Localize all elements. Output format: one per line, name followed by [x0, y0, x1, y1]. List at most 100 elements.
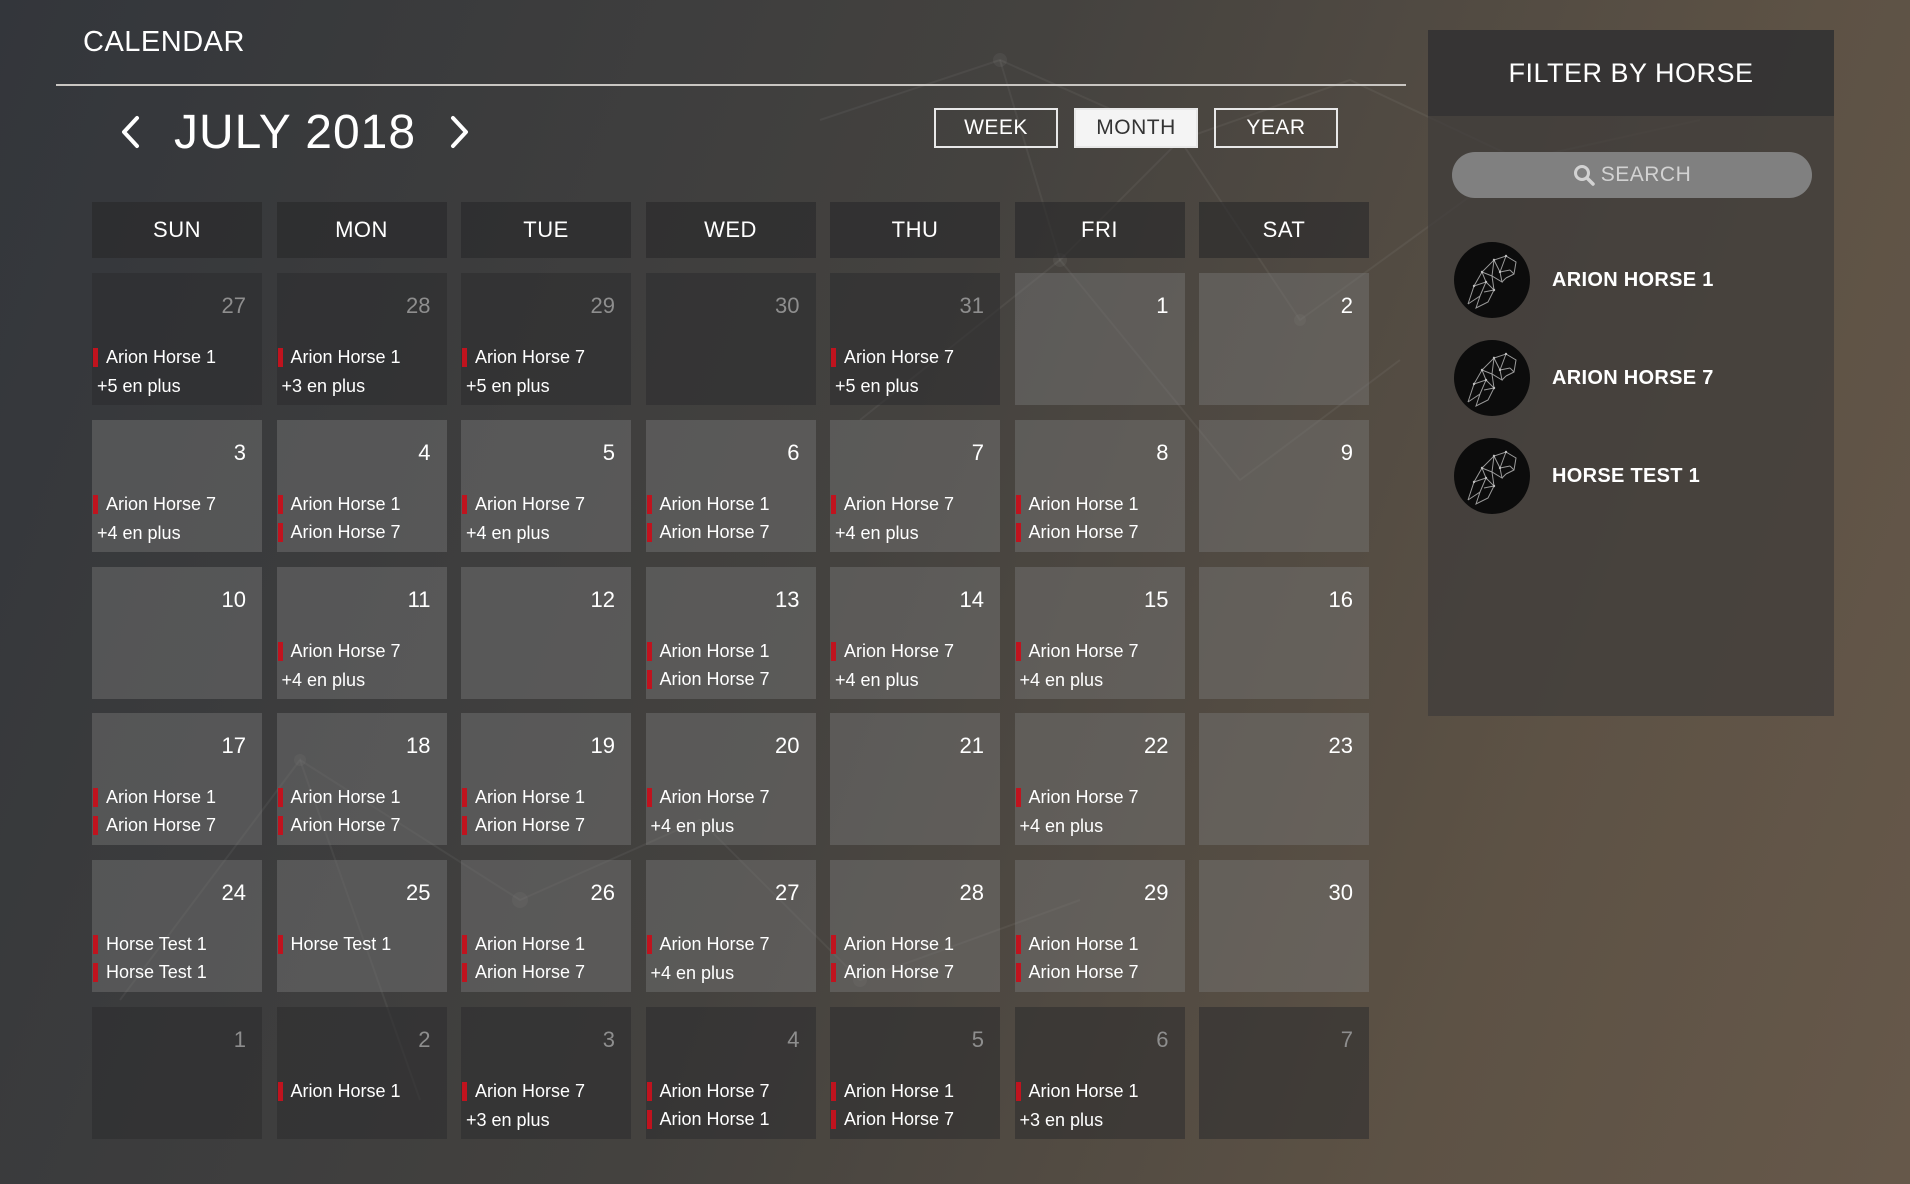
- more-events-link[interactable]: +3 en plus: [461, 1105, 627, 1135]
- event-item[interactable]: Arion Horse 1: [92, 343, 258, 371]
- day-cell[interactable]: 20 Arion Horse 7 +4 en plus: [645, 713, 816, 846]
- day-cell[interactable]: 27 Arion Horse 1 +5 en plus: [92, 273, 262, 405]
- more-events-link[interactable]: +4 en plus: [1015, 665, 1181, 695]
- day-cell[interactable]: 22 Arion Horse 7 +4 en plus: [1014, 713, 1185, 846]
- event-item[interactable]: Arion Horse 7: [461, 958, 627, 986]
- day-cell[interactable]: 1: [92, 1006, 262, 1139]
- day-cell[interactable]: 5 Arion Horse 7 +4 en plus: [461, 419, 631, 552]
- event-item[interactable]: Arion Horse 7: [646, 1077, 812, 1105]
- event-item[interactable]: Arion Horse 1: [646, 1105, 812, 1133]
- day-cell[interactable]: 29 Arion Horse 1 Arion Horse 7: [1014, 860, 1185, 993]
- event-item[interactable]: Arion Horse 7: [461, 490, 627, 518]
- day-cell[interactable]: 14 Arion Horse 7 +4 en plus: [830, 566, 1000, 699]
- more-events-link[interactable]: +4 en plus: [830, 518, 996, 548]
- day-cell[interactable]: 7: [1199, 1006, 1369, 1139]
- day-cell[interactable]: 7 Arion Horse 7 +4 en plus: [830, 419, 1000, 552]
- more-events-link[interactable]: +4 en plus: [646, 958, 812, 988]
- event-item[interactable]: Arion Horse 1: [646, 490, 812, 518]
- event-item[interactable]: Arion Horse 7: [830, 958, 996, 986]
- day-cell[interactable]: 6 Arion Horse 1 +3 en plus: [1014, 1006, 1185, 1139]
- more-events-link[interactable]: +4 en plus: [646, 811, 812, 841]
- event-item[interactable]: Arion Horse 1: [1015, 490, 1181, 518]
- day-cell[interactable]: 30: [645, 273, 816, 405]
- day-cell[interactable]: 4 Arion Horse 7 Arion Horse 1: [645, 1006, 816, 1139]
- event-item[interactable]: Arion Horse 1: [461, 783, 627, 811]
- day-cell[interactable]: 17 Arion Horse 1 Arion Horse 7: [92, 713, 262, 846]
- event-item[interactable]: Arion Horse 7: [92, 811, 258, 839]
- event-item[interactable]: Arion Horse 1: [277, 490, 443, 518]
- event-item[interactable]: Arion Horse 1: [646, 637, 812, 665]
- event-item[interactable]: Arion Horse 7: [646, 665, 812, 693]
- day-cell[interactable]: 10: [92, 566, 262, 699]
- event-item[interactable]: Arion Horse 1: [277, 783, 443, 811]
- event-item[interactable]: Horse Test 1: [277, 930, 443, 958]
- horse-search-input[interactable]: SEARCH: [1452, 152, 1812, 198]
- event-item[interactable]: Arion Horse 7: [1015, 637, 1181, 665]
- day-cell[interactable]: 2: [1199, 273, 1369, 405]
- event-item[interactable]: Arion Horse 7: [830, 637, 996, 665]
- day-cell[interactable]: 21: [830, 713, 1000, 846]
- more-events-link[interactable]: +5 en plus: [830, 371, 996, 401]
- day-cell[interactable]: 11 Arion Horse 7 +4 en plus: [276, 566, 447, 699]
- event-item[interactable]: Arion Horse 7: [646, 783, 812, 811]
- event-item[interactable]: Arion Horse 1: [277, 1077, 443, 1105]
- day-cell[interactable]: 3 Arion Horse 7 +3 en plus: [461, 1006, 631, 1139]
- event-item[interactable]: Arion Horse 1: [830, 930, 996, 958]
- day-cell[interactable]: 12: [461, 566, 631, 699]
- day-cell[interactable]: 5 Arion Horse 1 Arion Horse 7: [830, 1006, 1000, 1139]
- event-item[interactable]: Arion Horse 7: [461, 343, 627, 371]
- horse-filter-item[interactable]: ARION HORSE 1: [1454, 242, 1714, 318]
- prev-month-button[interactable]: [110, 104, 152, 160]
- event-item[interactable]: Arion Horse 7: [646, 518, 812, 546]
- event-item[interactable]: Arion Horse 1: [92, 783, 258, 811]
- day-cell[interactable]: 30: [1199, 860, 1369, 993]
- day-cell[interactable]: 9: [1199, 419, 1369, 552]
- day-cell[interactable]: 8 Arion Horse 1 Arion Horse 7: [1014, 419, 1185, 552]
- event-item[interactable]: Arion Horse 7: [461, 811, 627, 839]
- event-item[interactable]: Arion Horse 1: [830, 1077, 996, 1105]
- day-cell[interactable]: 26 Arion Horse 1 Arion Horse 7: [461, 860, 631, 993]
- day-cell[interactable]: 29 Arion Horse 7 +5 en plus: [461, 273, 631, 405]
- day-cell[interactable]: 27 Arion Horse 7 +4 en plus: [645, 860, 816, 993]
- horse-filter-item[interactable]: HORSE TEST 1: [1454, 438, 1714, 514]
- day-cell[interactable]: 23: [1199, 713, 1369, 846]
- day-cell[interactable]: 4 Arion Horse 1 Arion Horse 7: [276, 419, 447, 552]
- event-item[interactable]: Arion Horse 1: [1015, 930, 1181, 958]
- day-cell[interactable]: 19 Arion Horse 1 Arion Horse 7: [461, 713, 631, 846]
- day-cell[interactable]: 1: [1014, 273, 1185, 405]
- day-cell[interactable]: 13 Arion Horse 1 Arion Horse 7: [645, 566, 816, 699]
- event-item[interactable]: Arion Horse 7: [830, 343, 996, 371]
- more-events-link[interactable]: +3 en plus: [1015, 1105, 1181, 1135]
- event-item[interactable]: Arion Horse 7: [92, 490, 258, 518]
- more-events-link[interactable]: +3 en plus: [277, 371, 443, 401]
- next-month-button[interactable]: [438, 104, 480, 160]
- more-events-link[interactable]: +5 en plus: [461, 371, 627, 401]
- event-item[interactable]: Arion Horse 7: [830, 490, 996, 518]
- event-item[interactable]: Arion Horse 7: [830, 1105, 996, 1133]
- day-cell[interactable]: 3 Arion Horse 7 +4 en plus: [92, 419, 262, 552]
- day-cell[interactable]: 18 Arion Horse 1 Arion Horse 7: [276, 713, 447, 846]
- event-item[interactable]: Arion Horse 1: [1015, 1077, 1181, 1105]
- event-item[interactable]: Horse Test 1: [92, 930, 258, 958]
- day-cell[interactable]: 25 Horse Test 1: [276, 860, 447, 993]
- event-item[interactable]: Arion Horse 7: [1015, 958, 1181, 986]
- event-item[interactable]: Arion Horse 7: [277, 811, 443, 839]
- event-item[interactable]: Arion Horse 7: [461, 1077, 627, 1105]
- day-cell[interactable]: 24 Horse Test 1 Horse Test 1: [92, 860, 262, 993]
- horse-filter-item[interactable]: ARION HORSE 7: [1454, 340, 1714, 416]
- more-events-link[interactable]: +4 en plus: [92, 518, 258, 548]
- event-item[interactable]: Arion Horse 1: [277, 343, 443, 371]
- more-events-link[interactable]: +4 en plus: [461, 518, 627, 548]
- year-view-button[interactable]: YEAR: [1214, 108, 1338, 148]
- week-view-button[interactable]: WEEK: [934, 108, 1058, 148]
- day-cell[interactable]: 2 Arion Horse 1: [276, 1006, 447, 1139]
- day-cell[interactable]: 31 Arion Horse 7 +5 en plus: [830, 273, 1000, 405]
- day-cell[interactable]: 16: [1199, 566, 1369, 699]
- event-item[interactable]: Arion Horse 7: [646, 930, 812, 958]
- day-cell[interactable]: 28 Arion Horse 1 Arion Horse 7: [830, 860, 1000, 993]
- day-cell[interactable]: 15 Arion Horse 7 +4 en plus: [1014, 566, 1185, 699]
- month-view-button[interactable]: MONTH: [1074, 108, 1198, 148]
- event-item[interactable]: Arion Horse 7: [277, 518, 443, 546]
- event-item[interactable]: Arion Horse 7: [1015, 783, 1181, 811]
- event-item[interactable]: Arion Horse 7: [277, 637, 443, 665]
